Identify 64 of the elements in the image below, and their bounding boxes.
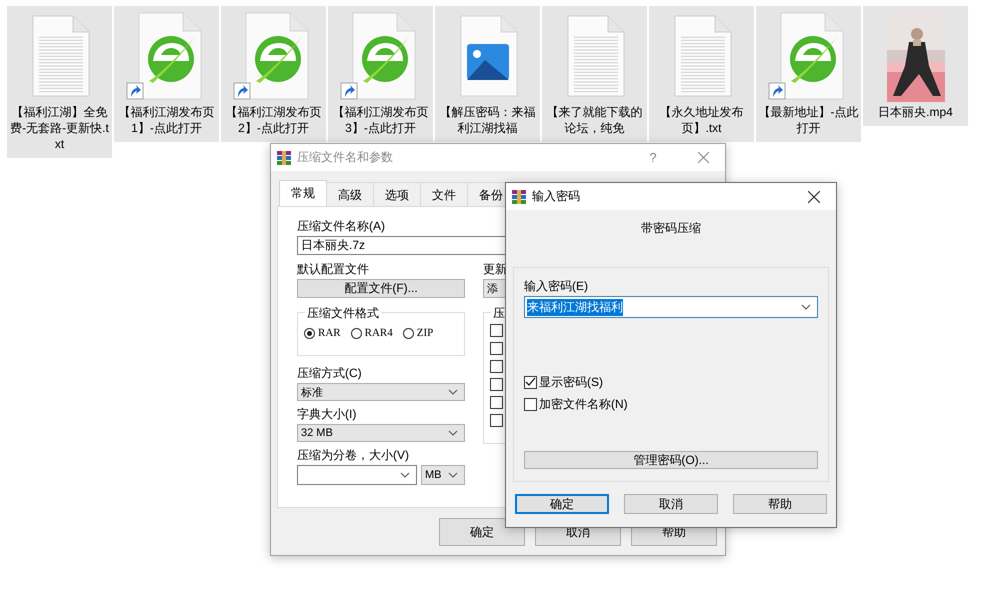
file-name: 【永久地址发布页】.txt bbox=[658, 104, 744, 136]
file-name: 【福利江湖发布页3】-点此打开 bbox=[332, 104, 430, 136]
dialog-button[interactable]: 确定 bbox=[439, 518, 525, 546]
volume-unit-dropdown[interactable]: MB bbox=[421, 465, 465, 485]
archive-icon bbox=[512, 190, 526, 204]
profile-button[interactable]: 配置文件(F)... bbox=[297, 279, 465, 298]
dialog-heading: 带密码压缩 bbox=[640, 220, 702, 237]
file-name: 【福利江湖】全免费-无套路-更新快.txt bbox=[9, 104, 110, 152]
file-item[interactable]: 【福利江湖发布页3】-点此打开 bbox=[328, 6, 433, 142]
field-label: 压缩方式(C) bbox=[297, 366, 362, 380]
option-checkbox[interactable] bbox=[490, 360, 503, 373]
checkbox-option[interactable]: 加密文件名称(N) bbox=[524, 396, 818, 413]
format-radio[interactable]: ZIP bbox=[402, 327, 434, 339]
manage-passwords-button[interactable]: 管理密码(O)... bbox=[524, 451, 818, 469]
option-checkbox[interactable] bbox=[490, 324, 503, 337]
window-title: 压缩文件名和参数 bbox=[297, 149, 393, 166]
file-name: 日本丽央.mp4 bbox=[878, 104, 953, 120]
option-checkbox[interactable] bbox=[490, 396, 503, 409]
file-item[interactable]: 【来了就能下载的论坛，纯免 bbox=[542, 6, 647, 142]
file-item[interactable]: 【福利江湖发布页2】-点此打开 bbox=[221, 6, 326, 142]
field-label: 压缩为分卷，大小(V) bbox=[297, 448, 409, 462]
checkmark-icon bbox=[525, 377, 536, 388]
file-item[interactable]: 【福利江湖发布页1】-点此打开 bbox=[114, 6, 219, 142]
window-title: 输入密码 bbox=[532, 188, 580, 205]
chevron-icon bbox=[448, 389, 458, 395]
format-radio[interactable]: RAR4 bbox=[350, 327, 393, 339]
file-item[interactable]: 【福利江湖】全免费-无套路-更新快.txt bbox=[7, 6, 112, 158]
field-label: 默认配置文件 bbox=[297, 262, 369, 276]
file-item[interactable]: 日本丽央.mp4 bbox=[863, 6, 968, 126]
chevron-icon bbox=[448, 472, 458, 478]
file-name: 【福利江湖发布页1】-点此打开 bbox=[118, 104, 216, 136]
tab[interactable]: 高级 bbox=[326, 182, 374, 206]
format-radio[interactable]: RAR bbox=[304, 327, 341, 339]
dialog-button[interactable]: 取消 bbox=[624, 494, 718, 514]
file-name: 【解压密码：来福利江湖找福 bbox=[438, 104, 536, 136]
option-checkbox[interactable] bbox=[490, 342, 503, 355]
method-dropdown[interactable]: 标准 bbox=[297, 383, 465, 401]
chevron-icon bbox=[400, 472, 410, 478]
dictionary-dropdown[interactable]: 32 MB bbox=[297, 424, 465, 442]
password-field[interactable]: 来福利江湖找福利 bbox=[524, 296, 818, 318]
help-button[interactable]: ? bbox=[631, 144, 675, 171]
file-name: 【福利江湖发布页2】-点此打开 bbox=[224, 104, 322, 136]
option-checkbox[interactable] bbox=[490, 414, 503, 427]
field-label: 输入密码(E) bbox=[524, 279, 588, 293]
file-name: 【最新地址】-点此打开 bbox=[758, 104, 859, 136]
field-label: 压缩文件名称(A) bbox=[297, 219, 385, 233]
close-icon bbox=[698, 152, 708, 163]
dialog-button[interactable]: 帮助 bbox=[733, 494, 827, 514]
checkbox-option[interactable]: 显示密码(S) bbox=[524, 374, 818, 391]
group-label: 压缩文件格式 bbox=[305, 305, 381, 322]
file-name: 【来了就能下载的论坛，纯免 bbox=[546, 104, 644, 136]
chevron-icon bbox=[801, 304, 811, 310]
chevron-icon bbox=[448, 430, 458, 436]
field-label: 更新 bbox=[483, 262, 507, 276]
option-checkbox[interactable] bbox=[490, 378, 503, 391]
file-item[interactable]: 【永久地址发布页】.txt bbox=[649, 6, 754, 142]
dialog-button[interactable]: 确定 bbox=[515, 494, 609, 514]
archive-icon bbox=[277, 150, 291, 164]
close-icon bbox=[808, 190, 820, 202]
file-item[interactable]: 【最新地址】-点此打开 bbox=[756, 6, 861, 142]
file-item[interactable]: 【解压密码：来福利江湖找福 bbox=[435, 6, 540, 142]
field-label: 字典大小(I) bbox=[297, 407, 356, 421]
tab[interactable]: 常规 bbox=[279, 180, 327, 206]
volume-size-dropdown[interactable] bbox=[297, 465, 417, 485]
